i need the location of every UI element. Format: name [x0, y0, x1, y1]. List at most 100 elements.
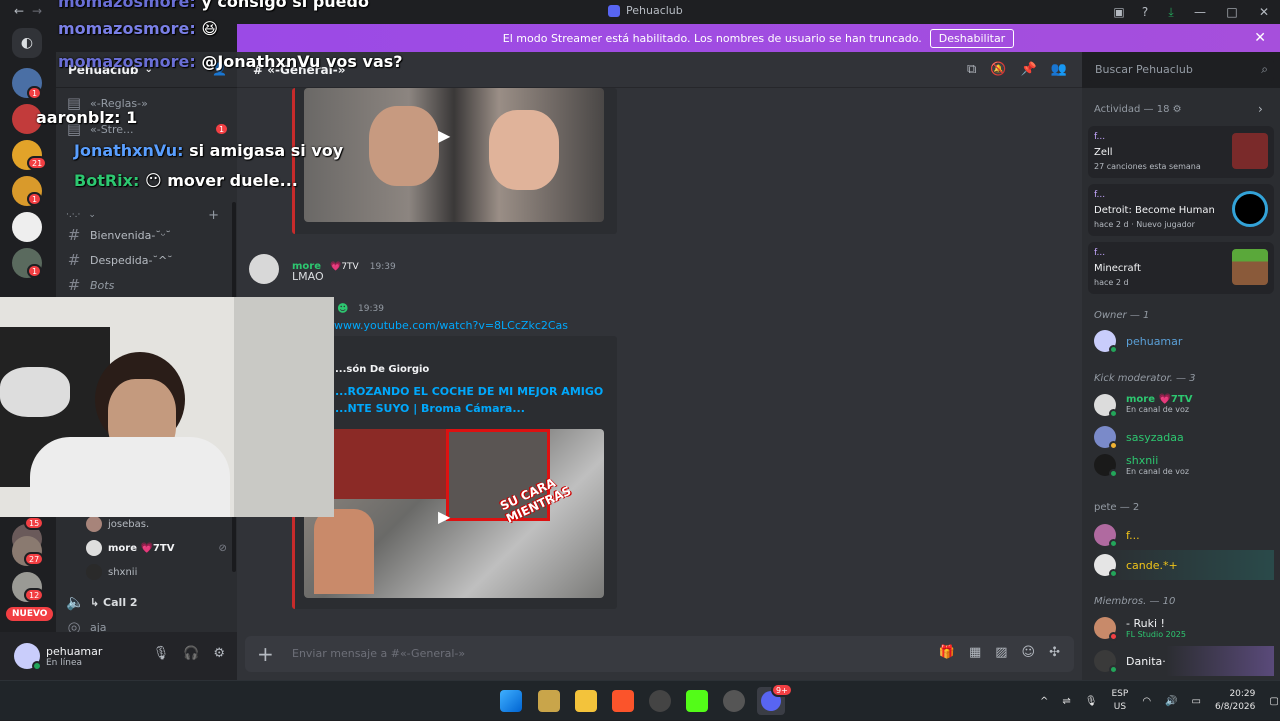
member-item[interactable]: more 💗7TV En canal de voz [1094, 390, 1274, 420]
download-icon[interactable]: ⤓ [1158, 0, 1184, 24]
avatar[interactable] [249, 254, 279, 284]
gift-icon[interactable]: 🎁 [939, 645, 955, 660]
settings-gear-icon[interactable]: ⚙ [213, 646, 225, 661]
brave-browser-icon[interactable] [612, 690, 634, 712]
app-icon[interactable] [723, 690, 745, 712]
avatar[interactable] [14, 643, 42, 671]
wifi-icon[interactable]: ◠ [1142, 696, 1151, 707]
avatar [1094, 554, 1118, 578]
member-item[interactable]: Danita· [1094, 646, 1274, 676]
sticker-icon[interactable]: ▨ [995, 645, 1007, 660]
youtube-link[interactable]: www.youtube.com/watch?v=8LCcZkc2Cas [334, 319, 568, 332]
activity-card[interactable]: f... Zell 27 canciones esta semana [1088, 126, 1274, 178]
channel-despedida[interactable]: # Despedida-˘^˘ [64, 249, 229, 271]
channel-bienvenida[interactable]: # Bienvenida-˘ᵕ˘ [64, 224, 229, 246]
embed-title[interactable]: ...ROZANDO EL COCHE DE MI MEJOR AMIGO [335, 385, 603, 398]
discord-home-icon[interactable]: ◐ [12, 28, 42, 58]
member-item[interactable]: cande.*+ [1094, 550, 1274, 580]
embed-author[interactable]: ...són De Giorgio [335, 364, 429, 375]
online-status-icon [32, 661, 42, 671]
help-icon[interactable]: ? [1132, 0, 1158, 24]
person-jacket [30, 437, 230, 517]
close-icon[interactable]: ✕ [1248, 0, 1280, 24]
inbox-icon[interactable]: ▣ [1106, 0, 1132, 24]
disable-streamer-button[interactable]: Deshabilitar [929, 28, 1015, 48]
server-icon[interactable] [12, 212, 42, 242]
gif-icon[interactable]: ▦ [969, 645, 981, 660]
back-arrow-icon[interactable]: ← [14, 4, 24, 18]
close-banner-icon[interactable]: ✕ [1254, 30, 1266, 46]
add-channel-icon[interactable]: + [208, 208, 219, 223]
voice-user[interactable]: shxnii [86, 561, 137, 583]
minimize-icon[interactable]: — [1184, 0, 1216, 24]
avatar [1094, 394, 1118, 418]
microphone-icon[interactable]: 🎙 [153, 646, 170, 661]
play-icon[interactable]: ▶ [438, 126, 450, 145]
app-icon[interactable] [649, 690, 671, 712]
volume-icon[interactable]: 🔊 [1165, 696, 1177, 707]
file-explorer-icon[interactable] [575, 690, 597, 712]
voice-channel-call2[interactable]: 🔈 ↳ Call 2 [64, 591, 229, 613]
avatar [1094, 617, 1118, 641]
emoji-icon: 😶 [144, 171, 162, 190]
apps-icon[interactable]: ✣ [1049, 645, 1060, 660]
online-status-icon [1109, 665, 1118, 674]
add-attachment-icon[interactable]: + [257, 642, 274, 666]
emoji-icon: 😆 [201, 19, 219, 38]
member-item[interactable]: - Ruki ! FL Studio 2025 [1094, 614, 1274, 644]
clock[interactable]: 20:29 6/8/2026 [1215, 688, 1255, 714]
game-art [1232, 191, 1268, 227]
category-header[interactable]: ·.·.· ⌄ + [64, 204, 229, 226]
network-icon[interactable]: ⇌ [1062, 696, 1070, 707]
windows-start-icon[interactable] [500, 690, 522, 712]
overlay-chat-line: JonathxnVu: si amigasa si voy [74, 141, 344, 160]
member-item[interactable]: shxnii En canal de voz [1094, 450, 1274, 480]
activity-sub: hace 2 d · Nuevo jugador [1094, 220, 1195, 229]
message-input[interactable]: Enviar mensaje a #«-General-» [292, 647, 465, 660]
video-thumbnail[interactable]: ▶ [304, 88, 604, 222]
video-thumbnail[interactable]: SU CARA MIENTRAS ▶ [304, 429, 604, 598]
search-input[interactable]: Buscar Pehuaclub ⌕ [1088, 59, 1274, 81]
overlay-chat-line: BotRix: 😶 mover duele... [74, 171, 298, 190]
chevron-up-icon[interactable]: ^ [1040, 696, 1048, 707]
voice-user[interactable]: more 💗7TV ⊘ [86, 537, 227, 559]
forward-arrow-icon[interactable]: → [32, 4, 42, 18]
kick-icon[interactable] [686, 690, 708, 712]
app-icon[interactable] [538, 690, 560, 712]
dnd-status-icon [1109, 632, 1118, 641]
member-item[interactable]: sasyzadaa [1094, 422, 1274, 452]
pin-icon[interactable]: 📌 [1020, 62, 1036, 77]
language-indicator[interactable]: ESP US [1111, 688, 1128, 714]
notifications-icon[interactable]: 🔕 [990, 62, 1006, 77]
emoji-icon[interactable]: ☺ [1022, 645, 1036, 660]
avatar [1094, 330, 1118, 354]
notification-icon[interactable]: ▢ [1269, 696, 1278, 707]
member-item[interactable]: pehuamar [1094, 326, 1274, 356]
mention-badge: 15 [24, 516, 45, 530]
maximize-icon[interactable]: □ [1216, 0, 1248, 24]
discord-taskbar-icon[interactable]: 9+ [757, 683, 793, 715]
chat-area: # «-General-» ⧉ 🔕 📌 👥 ▶ more 💗7TV 19:39 … [237, 52, 1082, 680]
battery-icon[interactable]: ▭ [1192, 696, 1201, 707]
member-item[interactable]: f... [1094, 520, 1274, 550]
face-image [369, 106, 439, 186]
gear-icon[interactable]: ⚙ [1173, 104, 1182, 115]
activity-card[interactable]: f... Detroit: Become Human hace 2 d · Nu… [1088, 184, 1274, 236]
mention-badge: 1 [214, 122, 230, 136]
avatar [1094, 454, 1118, 478]
message-composer[interactable]: + Enviar mensaje a #«-General-» 🎁 ▦ ▨ ☺ … [245, 636, 1074, 672]
channel-bots[interactable]: # Bots [64, 274, 229, 296]
microphone-icon[interactable]: 🎙 [1085, 696, 1098, 707]
chevron-right-icon[interactable]: › [1258, 102, 1263, 116]
mention-badge: 1 [27, 264, 43, 278]
member-list-icon[interactable]: 👥 [1051, 62, 1067, 77]
activity-header: Actividad — 18 ⚙ [1094, 104, 1182, 115]
headphones-icon[interactable]: 🎧 [183, 646, 199, 661]
voice-channel-aja[interactable]: ◎ aja [64, 616, 229, 632]
speaker-icon: 🔈 [66, 593, 85, 611]
activity-card[interactable]: f... Minecraft hace 2 d [1088, 242, 1274, 294]
person-image [314, 509, 374, 594]
play-icon[interactable]: ▶ [438, 507, 450, 526]
album-art [1232, 133, 1268, 169]
threads-icon[interactable]: ⧉ [967, 62, 976, 77]
